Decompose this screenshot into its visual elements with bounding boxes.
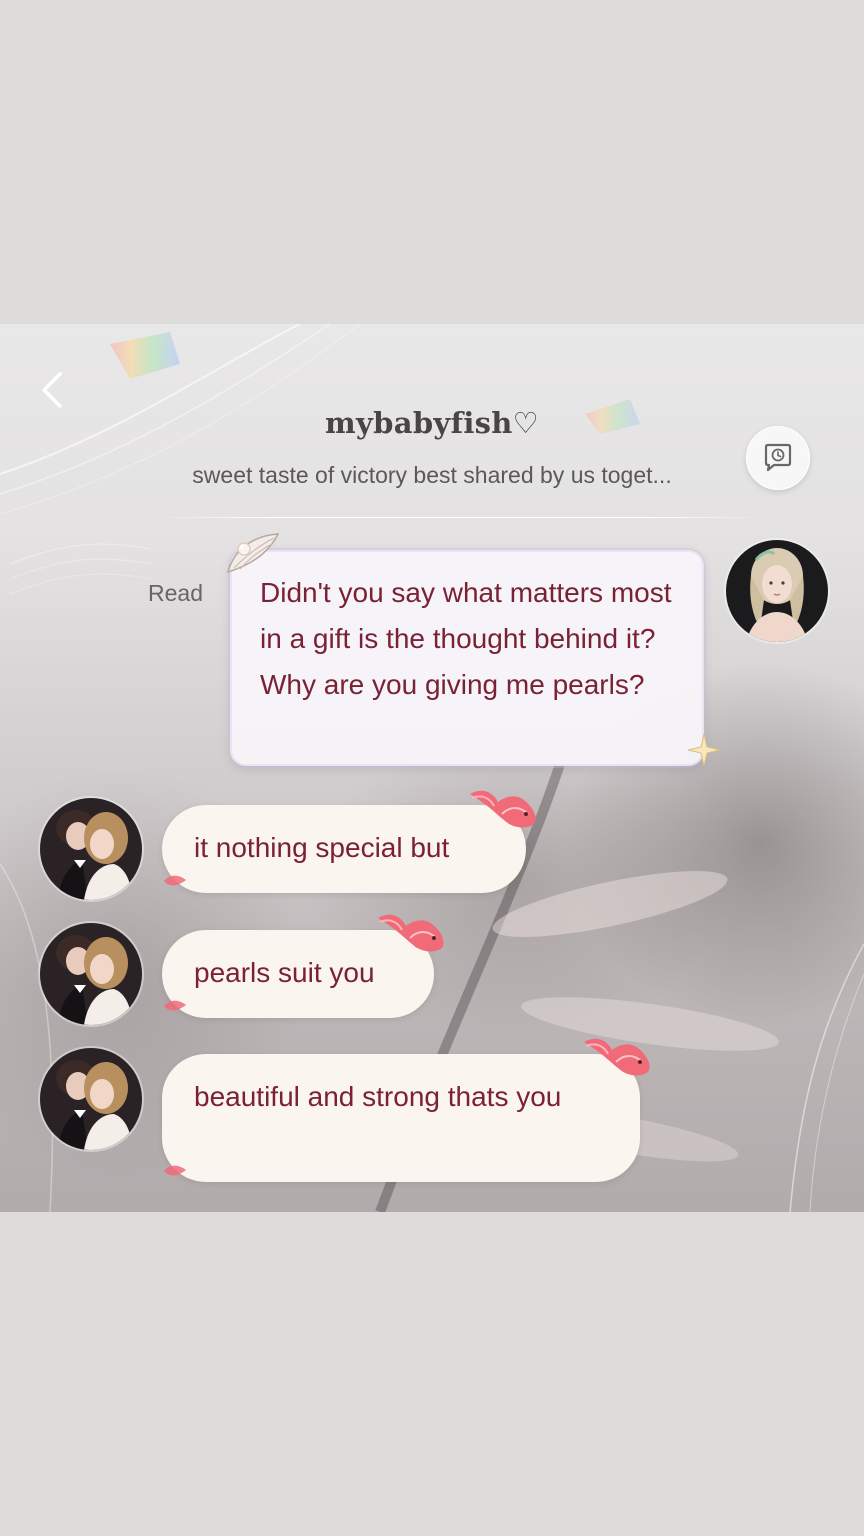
- user-avatar[interactable]: [40, 1048, 142, 1150]
- top-margin: [0, 0, 864, 324]
- user-avatar-image: [40, 1048, 142, 1150]
- chat-history-icon: [764, 443, 792, 472]
- goldfish-icon: [584, 1038, 650, 1076]
- sparkle-icon: [687, 733, 721, 767]
- read-status: Read: [148, 580, 203, 606]
- message-text: it nothing special but: [194, 832, 450, 863]
- chat-title: mybabyfish♡: [325, 406, 539, 440]
- user-avatar[interactable]: [40, 923, 142, 1025]
- fish-tail-icon: [164, 1000, 186, 1011]
- header-divider: [150, 517, 770, 518]
- chat-screen: mybabyfish♡ sweet taste of victory best …: [0, 324, 864, 1212]
- incoming-message-bubble[interactable]: Didn't you say what matters most in a gi…: [230, 550, 704, 766]
- user-avatar-image: [40, 798, 142, 900]
- message-text: beautiful and strong thats you: [194, 1081, 562, 1112]
- message-text: pearls suit you: [194, 957, 375, 988]
- user-avatar-image: [40, 923, 142, 1025]
- chat-subtitle: sweet taste of victory best shared by us…: [192, 462, 672, 488]
- user-avatar[interactable]: [40, 798, 142, 900]
- goldfish-icon: [378, 914, 444, 952]
- contact-avatar-image: [726, 540, 828, 642]
- chat-history-button[interactable]: [746, 426, 810, 490]
- bottom-margin: [0, 1212, 864, 1536]
- goldfish-icon: [470, 790, 536, 828]
- fish-tail-icon: [164, 875, 186, 886]
- contact-avatar[interactable]: [726, 540, 828, 642]
- fish-tail-icon: [164, 1165, 186, 1176]
- message-text: Didn't you say what matters most in a gi…: [260, 577, 672, 700]
- outgoing-message-bubble[interactable]: beautiful and strong thats you: [162, 1054, 640, 1182]
- shell-icon: [226, 533, 280, 574]
